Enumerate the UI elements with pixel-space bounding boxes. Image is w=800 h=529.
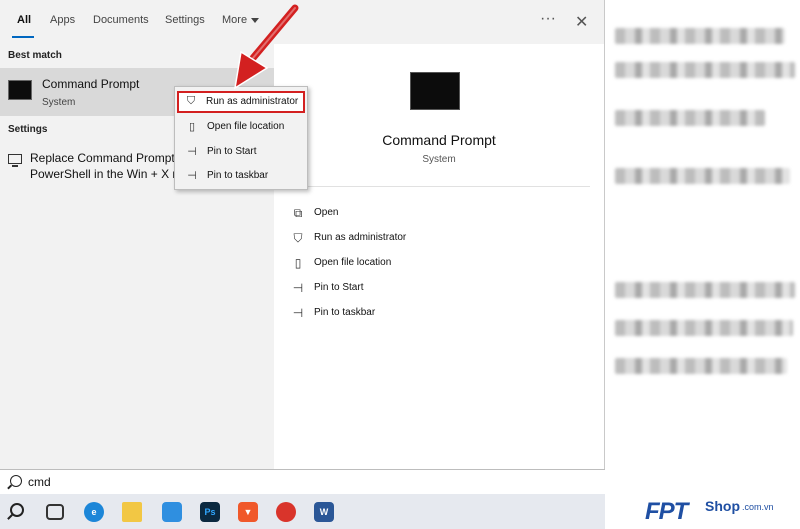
best-match-name: Command Prompt — [42, 77, 140, 91]
blurred-text-line — [615, 358, 787, 374]
best-match-heading: Best match — [8, 50, 62, 61]
context-pin-to-taskbar[interactable]: ⊣ Pin to taskbar — [177, 165, 305, 187]
close-icon[interactable]: ✕ — [575, 12, 588, 32]
brave-icon[interactable]: ▼ — [238, 502, 258, 522]
search-icon — [10, 475, 22, 487]
monitor-icon — [8, 154, 22, 167]
pin-icon: ⊣ — [292, 281, 304, 295]
pin-icon: ⊣ — [187, 146, 197, 158]
context-item-label: Pin to Start — [207, 146, 257, 157]
open-icon: ⧉ — [293, 206, 303, 220]
file-explorer-icon[interactable] — [122, 502, 142, 522]
taskbar-search-icon[interactable] — [10, 503, 24, 517]
action-label: Run as administrator — [314, 232, 407, 243]
search-panel: All Apps Documents Settings More ··· ✕ B… — [0, 0, 605, 494]
pin-icon: ⊣ — [292, 306, 304, 320]
action-label: Open — [314, 207, 339, 218]
tab-bar: All Apps Documents Settings More ··· ✕ — [0, 0, 605, 44]
context-menu: ⛉ Run as administrator ▯ Open file locat… — [174, 86, 308, 190]
shield-icon: ⛉ — [186, 95, 196, 107]
blurred-text-line — [615, 282, 795, 298]
preview-subtitle: System — [422, 154, 456, 165]
context-item-label: Run as administrator — [206, 96, 299, 107]
tab-apps[interactable]: Apps — [50, 14, 75, 26]
tab-more-label: More — [222, 14, 248, 26]
context-item-label: Pin to taskbar — [207, 170, 269, 181]
preview-title: Command Prompt — [382, 132, 496, 148]
store-icon[interactable] — [162, 502, 182, 522]
tab-active-indicator — [12, 36, 34, 38]
settings-heading: Settings — [8, 124, 48, 135]
search-box — [0, 469, 605, 494]
fpt-shop-logo: FPT Shop .com.vn — [605, 494, 800, 529]
tab-documents[interactable]: Documents — [93, 14, 149, 26]
photoshop-icon[interactable]: Ps — [200, 502, 220, 522]
file-location-icon: ▯ — [188, 121, 196, 133]
file-location-icon: ▯ — [294, 256, 302, 270]
taskbar: e Ps ▼ W — [0, 494, 605, 529]
blurred-text-line — [615, 62, 795, 78]
background-document — [605, 0, 800, 494]
command-prompt-icon — [8, 80, 32, 100]
more-options-icon[interactable]: ··· — [540, 10, 556, 28]
tab-more[interactable]: More — [222, 14, 260, 26]
action-label: Pin to taskbar — [314, 307, 376, 318]
chevron-down-icon — [251, 17, 260, 23]
best-match-type: System — [42, 97, 76, 108]
shield-icon: ⛉ — [293, 231, 303, 245]
app-icon[interactable] — [276, 502, 296, 522]
logo-brand: FPT — [645, 498, 688, 525]
word-icon[interactable]: W — [314, 502, 334, 522]
action-label: Open file location — [314, 257, 392, 268]
logo-shop: Shop — [705, 498, 740, 514]
blurred-text-line — [615, 28, 785, 44]
divider — [288, 186, 590, 187]
task-view-icon[interactable] — [46, 504, 64, 520]
pin-icon: ⊣ — [187, 170, 197, 182]
context-run-as-administrator[interactable]: ⛉ Run as administrator — [177, 91, 305, 113]
action-label: Pin to Start — [314, 282, 364, 293]
context-item-label: Open file location — [207, 121, 285, 132]
edge-icon[interactable]: e — [84, 502, 104, 522]
logo-domain: .com.vn — [742, 502, 774, 512]
preview-pane: Command Prompt System ⧉ Open ⛉ Run as ad… — [274, 44, 604, 469]
blurred-text-line — [615, 110, 765, 126]
blurred-text-line — [615, 320, 793, 336]
tab-all[interactable]: All — [17, 14, 31, 26]
context-open-file-location[interactable]: ▯ Open file location — [177, 116, 305, 138]
command-prompt-large-icon — [410, 72, 460, 110]
blurred-text-line — [615, 168, 790, 184]
tab-settings[interactable]: Settings — [165, 14, 205, 26]
search-input[interactable] — [28, 473, 588, 491]
context-pin-to-start[interactable]: ⊣ Pin to Start — [177, 141, 305, 163]
